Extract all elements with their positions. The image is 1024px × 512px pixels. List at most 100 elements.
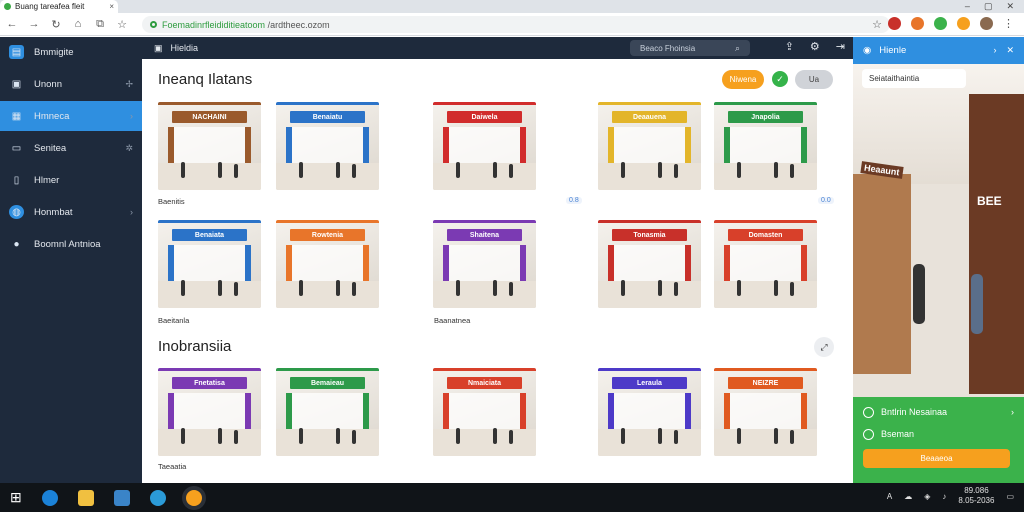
shopper-figure	[492, 280, 497, 296]
home-icon[interactable]: ⌂	[72, 18, 84, 30]
volume-icon[interactable]: ♪	[942, 492, 946, 501]
panel-action-button[interactable]: Beaaeoa	[863, 449, 1010, 468]
bookmark-icon[interactable]: ☆	[116, 18, 128, 31]
search-icon[interactable]: ⌕	[735, 43, 740, 54]
new-button[interactable]: Niwena	[722, 70, 764, 89]
confirm-icon[interactable]: ✓	[772, 71, 788, 87]
shopper-figure	[790, 282, 795, 296]
network-icon[interactable]: ◈	[924, 492, 930, 501]
store-app-icon[interactable]	[113, 489, 130, 506]
notifications-icon[interactable]: ▭	[1006, 492, 1014, 501]
clock[interactable]: 89.086 8.05-2036	[958, 486, 994, 506]
extension-icon[interactable]	[934, 17, 947, 30]
sidebar-item-dashboard[interactable]: ▤ Bmmigite	[0, 37, 142, 67]
store-sign: Tonasmia	[612, 229, 687, 241]
sidebar-item-store[interactable]: ▭ Senitea ✲	[0, 133, 142, 163]
exit-icon[interactable]: ⇥	[836, 40, 845, 53]
tabs-icon[interactable]: ⧉	[94, 18, 106, 31]
reload-icon[interactable]: ↻	[50, 18, 62, 31]
sidebar-item-label: Unonn	[34, 78, 62, 90]
extensions-area: ⋮	[888, 17, 1014, 30]
sidebar-item-users[interactable]: ▣ Unonn ✢	[0, 69, 142, 99]
store-sign: Jnapolia	[728, 111, 803, 123]
store-image-thumbnail[interactable]: Tonasmia	[598, 220, 701, 308]
back-icon[interactable]: ←	[6, 18, 18, 30]
panel-search-input[interactable]: Seiataithaintia	[862, 69, 966, 88]
address-bar[interactable]: Foemadinrfleididitieatoom /ardtheec.ozom…	[142, 16, 890, 33]
extension-icon[interactable]	[911, 17, 924, 30]
store-image-thumbnail[interactable]: Shaitena	[433, 220, 536, 308]
image-badge: 0.0	[818, 197, 834, 204]
browser-alt-icon[interactable]	[149, 489, 166, 506]
sidebar-item-label: Hlmer	[34, 174, 60, 186]
expand-icon[interactable]: ⤢	[814, 337, 834, 357]
shopper-figure	[620, 162, 625, 178]
forward-icon[interactable]: →	[28, 18, 40, 30]
detail-panel: ◉ Hienle › ✕ BEE Heaaunt Seiataithaintia…	[853, 37, 1024, 483]
globe-icon: ◍	[9, 205, 24, 219]
header-search-input[interactable]: Beaco Fhoinsia ⌕	[630, 40, 750, 56]
person-figure	[971, 274, 983, 334]
maximize-icon[interactable]: ▢	[984, 1, 993, 12]
store-image-thumbnail[interactable]: Domasten	[714, 220, 817, 308]
share-icon[interactable]: ⇪	[785, 40, 794, 53]
image-caption: Baanatnea	[434, 316, 471, 325]
minimize-icon[interactable]: –	[965, 1, 970, 12]
profile-avatar[interactable]	[980, 17, 993, 30]
shopper-figure	[492, 162, 497, 178]
mall-floor	[598, 162, 701, 190]
shopper-figure	[620, 280, 625, 296]
chrome-icon[interactable]	[185, 489, 202, 506]
store-image-thumbnail[interactable]: Fnetatisa	[158, 368, 261, 456]
panel-row-secondary[interactable]: Bseman	[853, 423, 1024, 445]
collapse-icon[interactable]: ›	[993, 45, 996, 56]
store-image-thumbnail[interactable]: Benaiatu	[276, 102, 379, 190]
sidebar-item-account[interactable]: ● Boomnl Antnioa	[0, 229, 142, 259]
store-image-thumbnail[interactable]: Benaiata	[158, 220, 261, 308]
start-icon[interactable]: ⊞	[10, 489, 22, 506]
tab-close-icon[interactable]: ×	[109, 2, 114, 11]
close-icon[interactable]: ✕	[1006, 45, 1014, 56]
store-sign: Leraula	[612, 377, 687, 389]
store-image-thumbnail[interactable]: Leraula	[598, 368, 701, 456]
mall-floor	[433, 162, 536, 190]
star-icon[interactable]: ☆	[872, 18, 882, 31]
sidebar-item-shops[interactable]: ▦ Hmneca ›	[0, 101, 142, 131]
person-icon: ●	[13, 238, 20, 250]
edge-icon[interactable]	[41, 489, 58, 506]
shopper-figure	[217, 280, 222, 296]
storefront-display	[443, 393, 526, 429]
storefront-display	[443, 245, 526, 281]
language-indicator[interactable]: A	[887, 492, 892, 501]
store-image-thumbnail[interactable]: Rowtenia	[276, 220, 379, 308]
extension-icon[interactable]	[957, 17, 970, 30]
storefront-display	[608, 393, 691, 429]
store-image-thumbnail[interactable]: Bemaieau	[276, 368, 379, 456]
store-image-thumbnail[interactable]: NEIZRE	[714, 368, 817, 456]
filter-button[interactable]: Ua	[795, 70, 833, 89]
onedrive-icon[interactable]: ☁	[904, 492, 912, 501]
menu-icon[interactable]: ⋮	[1003, 17, 1014, 30]
image-caption: Taeaatia	[158, 462, 187, 471]
settings-icon[interactable]: ⚙	[810, 40, 820, 53]
shopper-figure	[180, 428, 185, 444]
panel-row-details[interactable]: Bntlrin Nesainaa ›	[853, 401, 1024, 423]
extension-icon[interactable]	[888, 17, 901, 30]
window-close-icon[interactable]: ✕	[1006, 1, 1014, 12]
store-image-thumbnail[interactable]: Daiwela	[433, 102, 536, 190]
storefront-display	[286, 245, 369, 281]
sidebar-item-documents[interactable]: ▯ Hlmer	[0, 165, 142, 195]
shopper-figure	[674, 282, 679, 296]
store-image-thumbnail[interactable]: Nmaiciata	[433, 368, 536, 456]
browser-tab[interactable]: Buang tareafea fleit ×	[0, 0, 118, 13]
folder-icon[interactable]	[77, 489, 94, 506]
store-image-thumbnail[interactable]: Jnapolia	[714, 102, 817, 190]
chevron-right-icon: ›	[130, 111, 133, 121]
store-image-thumbnail[interactable]: Deaauena	[598, 102, 701, 190]
sidebar-item-globe[interactable]: ◍ Honmbat ›	[0, 197, 142, 227]
shopper-figure	[657, 162, 662, 178]
mall-floor	[598, 280, 701, 308]
store-image-thumbnail[interactable]: NACHAINI	[158, 102, 261, 190]
mall-floor	[158, 280, 261, 308]
image-caption: Baeitanla	[158, 316, 190, 325]
